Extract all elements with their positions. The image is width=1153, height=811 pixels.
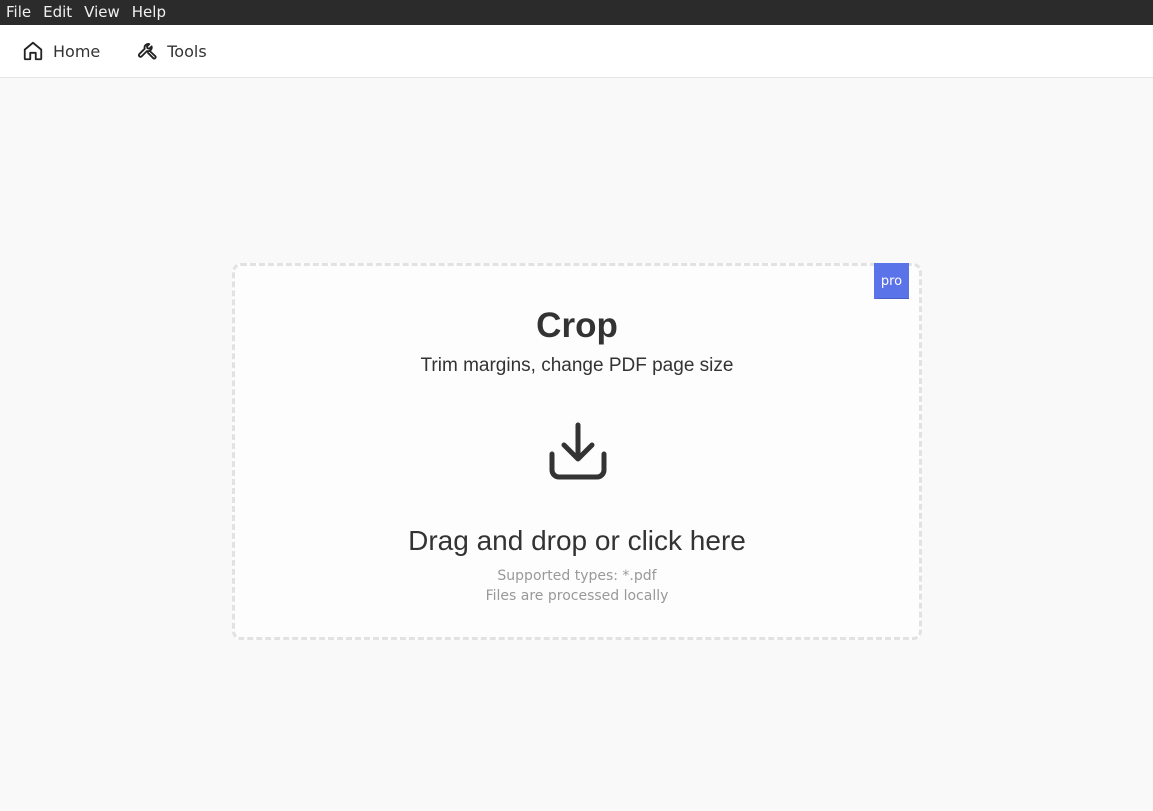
menu-file[interactable]: File: [0, 0, 37, 25]
menubar: File Edit View Help: [0, 0, 1153, 25]
download-tray-icon: [549, 422, 607, 480]
nav-tools[interactable]: Tools: [136, 40, 207, 62]
pro-badge: pro: [874, 263, 909, 299]
menu-help[interactable]: Help: [126, 0, 172, 25]
menu-edit[interactable]: Edit: [37, 0, 78, 25]
file-dropzone[interactable]: pro Crop Trim margins, change PDF page s…: [232, 263, 922, 640]
top-navbar: Home Tools: [0, 25, 1153, 78]
tool-subtitle: Trim margins, change PDF page size: [420, 355, 734, 376]
home-icon: [23, 41, 43, 61]
tools-icon: [138, 43, 157, 60]
nav-home[interactable]: Home: [22, 40, 100, 62]
main-area: pro Crop Trim margins, change PDF page s…: [0, 78, 1153, 811]
nav-tools-label: Tools: [167, 41, 207, 61]
local-processing-note: Files are processed locally: [485, 588, 669, 604]
tool-title: Crop: [536, 306, 618, 345]
nav-home-label: Home: [53, 41, 101, 61]
dropzone-cta: Drag and drop or click here: [408, 525, 746, 556]
supported-types: Supported types: *.pdf: [497, 568, 657, 584]
menu-view[interactable]: View: [78, 0, 126, 25]
